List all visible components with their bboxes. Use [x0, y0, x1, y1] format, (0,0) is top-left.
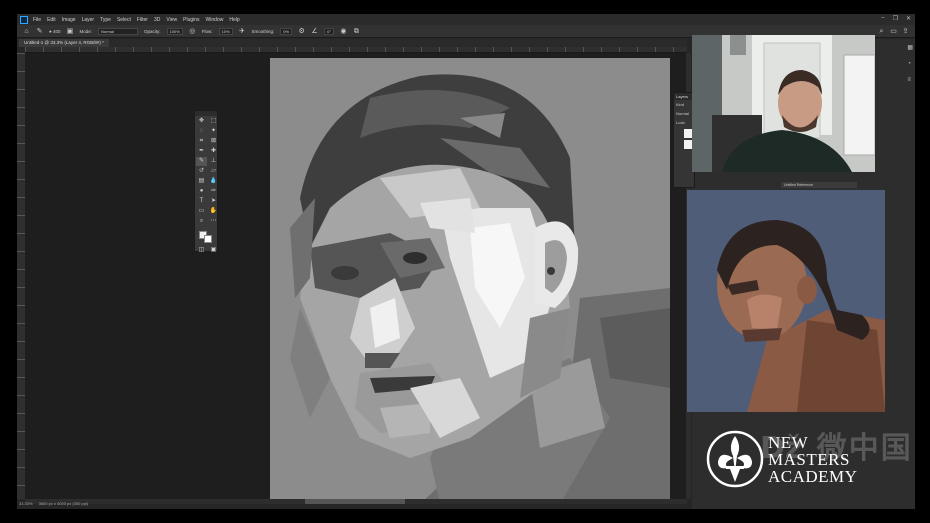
home-icon[interactable]: ⌂ [23, 28, 30, 35]
logo-line-2: MASTERS [768, 450, 850, 469]
airbrush-icon[interactable]: ✈ [239, 28, 246, 35]
pressure-opacity-icon[interactable]: ◎ [189, 28, 196, 35]
eraser-icon[interactable]: ▱ [208, 167, 219, 176]
angle-field[interactable]: 0° [324, 27, 334, 35]
search-icon[interactable]: ⌕ [878, 28, 885, 35]
mode-select[interactable]: Normal [98, 27, 138, 35]
workspace-icon[interactable]: ▭ [890, 28, 897, 35]
logo-line-3: ACADEMY [768, 467, 858, 486]
tools-panel: ✥ ⬚ ◌ ✦ ⌗ ⊠ ✒ ✚ ✎ ⊥ ↺ ▱ ▤ 💧 ● ✑ T ➤ ▭ ✋ … [194, 110, 219, 255]
brush-settings-icon[interactable]: ▣ [66, 28, 74, 35]
properties-icon[interactable]: ≡ [907, 77, 913, 83]
lasso-icon[interactable]: ◌ [196, 127, 207, 136]
background-color-swatch[interactable] [204, 235, 212, 243]
ruler-vertical [17, 53, 25, 499]
menu-type[interactable]: Type [100, 17, 111, 23]
document-info[interactable]: 3600 px x 4000 px (300 ppi) [39, 501, 89, 506]
dodge-icon[interactable]: ● [196, 187, 207, 196]
photoshop-logo-icon[interactable] [20, 15, 28, 24]
close-icon[interactable]: ✕ [906, 15, 911, 22]
magic-wand-icon[interactable]: ✦ [208, 127, 219, 136]
gear-icon[interactable]: ⚙ [298, 28, 305, 35]
webcam-overlay [692, 35, 875, 172]
minimize-icon[interactable]: – [881, 15, 884, 22]
eyedropper-icon[interactable]: ✒ [196, 147, 207, 156]
reference-photo [687, 190, 885, 412]
symmetry-icon[interactable]: ⧉ [353, 28, 360, 35]
marquee-icon[interactable]: ⬚ [208, 117, 219, 126]
menu-edit[interactable]: Edit [47, 17, 56, 23]
menu-image[interactable]: Image [62, 17, 76, 23]
window-controls: – ❐ ✕ [881, 15, 911, 22]
layers-blend-mode[interactable]: Normal [674, 109, 694, 118]
options-right-icons: ⌕ ▭ ⇪ [878, 28, 909, 35]
flow-field[interactable]: 10% [218, 27, 233, 35]
hand-icon[interactable]: ✋ [208, 207, 219, 216]
brush-size-preset[interactable]: ● 400 [49, 29, 60, 34]
fleur-de-lis-icon [706, 430, 764, 488]
frame-icon[interactable]: ⊠ [208, 137, 219, 146]
horizontal-scrollbar[interactable] [25, 499, 687, 504]
history-icon[interactable]: ◔ [907, 61, 913, 67]
reference-window-titlebar[interactable]: Untitled Reference [781, 182, 857, 188]
menu-select[interactable]: Select [117, 17, 131, 23]
angle-icon[interactable]: ∠ [311, 28, 318, 35]
status-bar: 33.33% 3600 px x 4000 px (300 ppi) [19, 501, 88, 506]
history-brush-icon[interactable]: ↺ [196, 167, 207, 176]
menu-file[interactable]: File [33, 17, 41, 23]
layers-lock[interactable]: Lock: [674, 118, 694, 127]
quick-mask-icon[interactable]: ◫ [196, 246, 207, 255]
gradient-icon[interactable]: ▤ [196, 177, 207, 186]
brush-tool-icon[interactable]: ✎ [36, 28, 43, 35]
healing-icon[interactable]: ✚ [208, 147, 219, 156]
smoothing-label: Smoothing: [251, 28, 275, 34]
blur-icon[interactable]: 💧 [208, 177, 219, 186]
flow-label: Flow: [201, 28, 213, 34]
document-tab[interactable]: Untitled-1 @ 33.3% (Layer 4, RGB/8#) * [19, 39, 109, 47]
path-select-icon[interactable]: ➤ [208, 197, 219, 206]
panel-icon[interactable]: ▦ [907, 44, 913, 51]
more-icon[interactable]: ⋯ [208, 217, 219, 226]
new-masters-academy-logo: NEW MASTERS ACADEMY [700, 420, 910, 500]
menu-bar: File Edit Image Layer Type Select Filter… [17, 14, 915, 25]
pressure-size-icon[interactable]: ◉ [340, 28, 347, 35]
screen-mode-icon[interactable]: ▣ [208, 246, 219, 255]
menu-window[interactable]: Window [206, 17, 224, 23]
color-swatches[interactable] [195, 229, 217, 245]
layers-panel-title[interactable]: Layers [674, 93, 694, 100]
move-icon[interactable]: ✥ [196, 117, 207, 126]
stamp-icon[interactable]: ⊥ [208, 157, 219, 166]
painting-canvas[interactable] [270, 58, 670, 504]
menu-view[interactable]: View [166, 17, 177, 23]
pen-icon[interactable]: ✑ [208, 187, 219, 196]
logo-text: NEW MASTERS ACADEMY [768, 434, 857, 485]
reference-portrait [687, 190, 885, 412]
opacity-label: Opacity: [144, 28, 161, 34]
scroll-thumb[interactable] [305, 499, 405, 504]
portrait-painting [270, 58, 670, 504]
share-icon[interactable]: ⇪ [902, 28, 909, 35]
menu-plugins[interactable]: Plugins [183, 17, 199, 23]
restore-icon[interactable]: ❐ [893, 15, 898, 22]
menu-layer[interactable]: Layer [82, 17, 95, 23]
dock-icons: ▦ ◔ ≡ [907, 44, 913, 83]
shape-icon[interactable]: ▭ [196, 207, 207, 216]
instructor-video [692, 35, 875, 172]
menu-3d[interactable]: 3D [154, 17, 160, 23]
type-icon[interactable]: T [196, 197, 207, 206]
menu-help[interactable]: Help [229, 17, 239, 23]
layers-filter-kind[interactable]: Kind [674, 100, 694, 109]
tab-strip [17, 39, 687, 47]
brush-size-value: 400 [52, 28, 61, 34]
crop-icon[interactable]: ⌗ [196, 137, 207, 146]
brush-icon[interactable]: ✎ [196, 157, 207, 166]
menu-filter[interactable]: Filter [137, 17, 148, 23]
zoom-level[interactable]: 33.33% [19, 501, 33, 506]
mode-label: Mode: [79, 28, 92, 34]
zoom-icon[interactable]: ⌕ [196, 217, 207, 226]
smoothing-field[interactable]: 0% [280, 27, 293, 35]
opacity-field[interactable]: 100% [166, 27, 183, 35]
logo-line-1: NEW [768, 433, 809, 452]
